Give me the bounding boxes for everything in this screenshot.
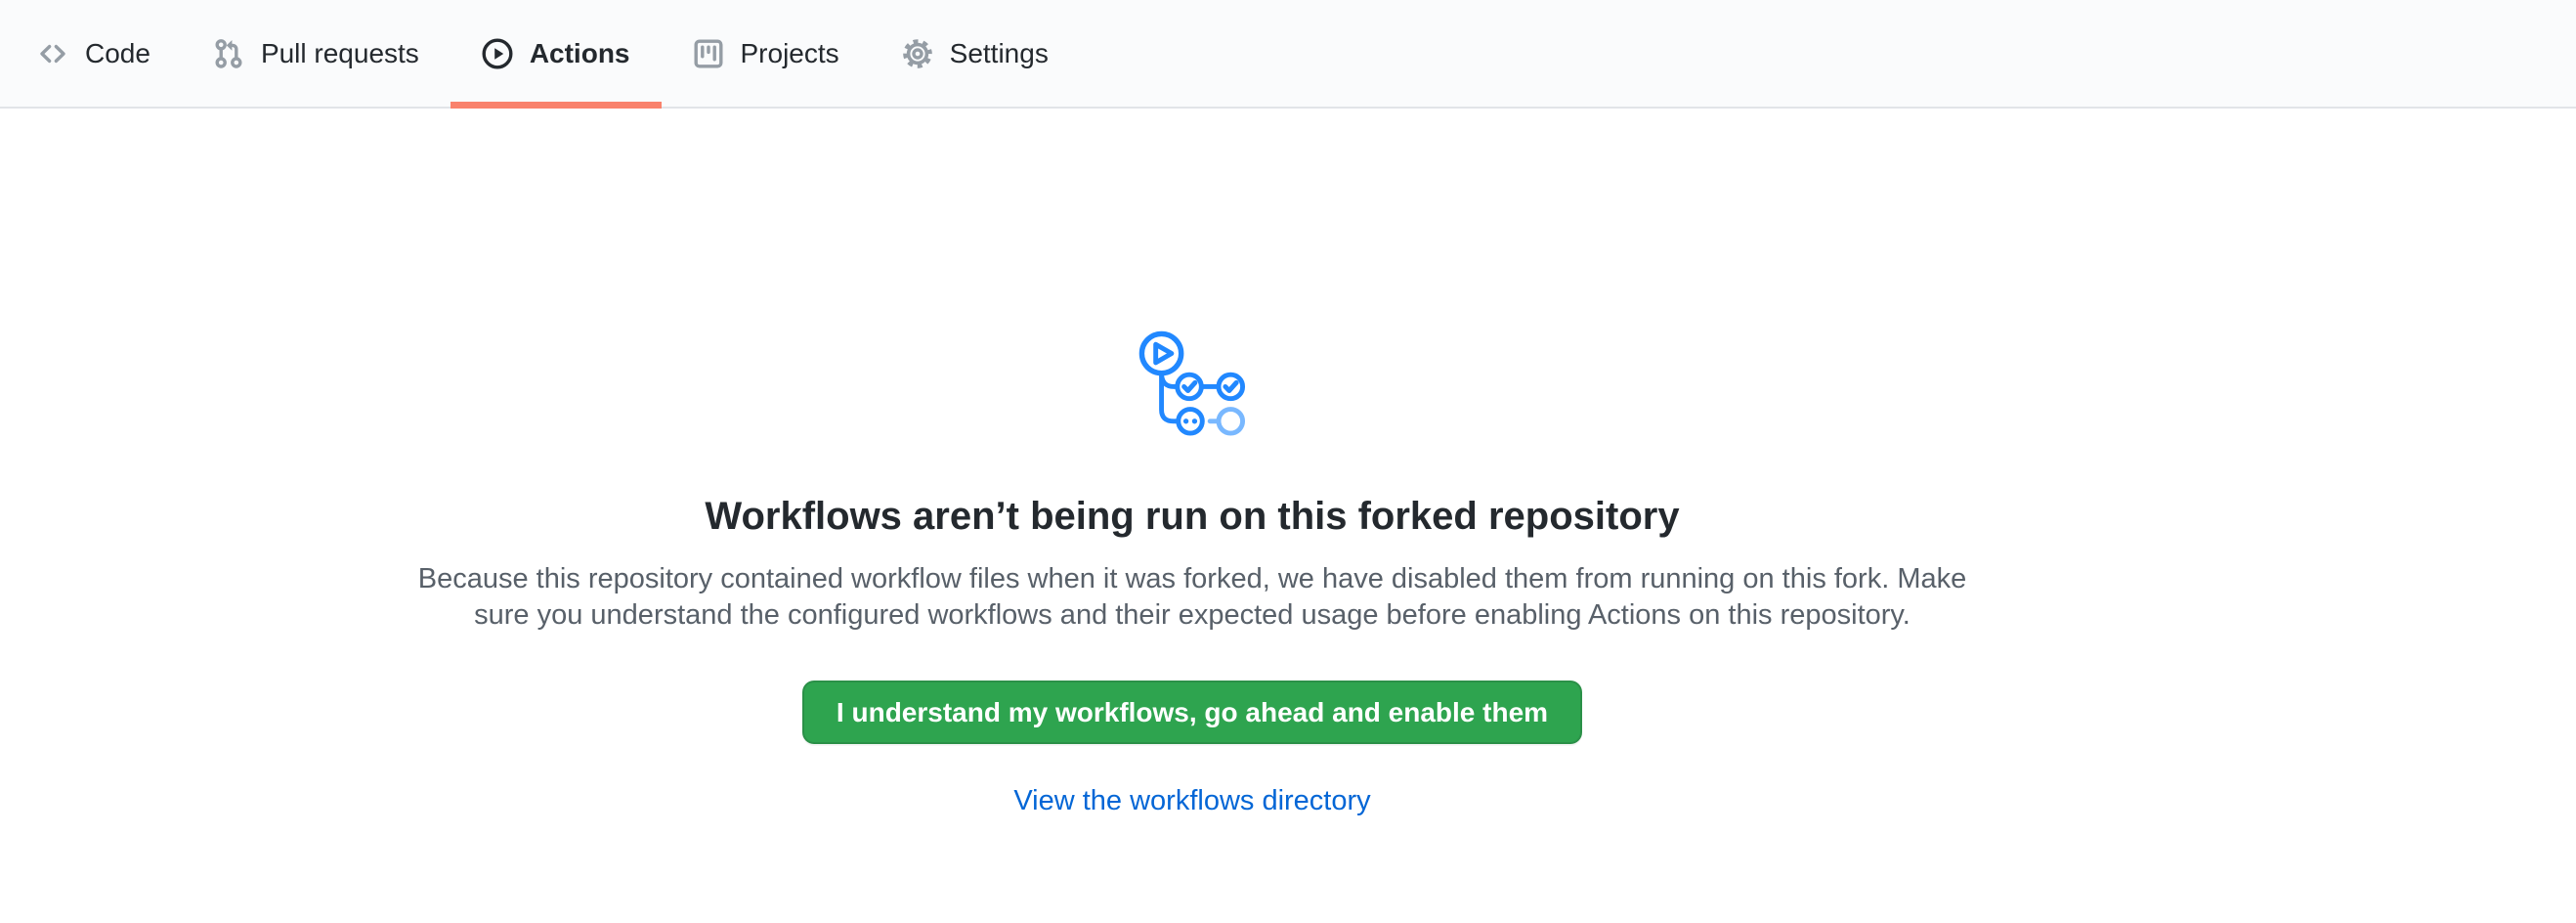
git-pull-request-icon [213,38,244,69]
view-workflows-directory-link[interactable]: View the workflows directory [0,785,2384,817]
workflow-graph-icon [1138,329,1247,438]
tab-code[interactable]: Code [6,0,182,107]
tab-label: Projects [741,40,839,67]
gear-icon [902,38,933,69]
repo-tab-nav: Code Pull requests [6,0,1080,107]
tab-label: Pull requests [261,40,419,67]
project-icon [693,38,724,69]
repo-tab-bar: Code Pull requests [0,0,2576,109]
tab-label: Actions [530,40,630,67]
tab-settings[interactable]: Settings [871,0,1080,107]
tab-label: Code [85,40,150,67]
tab-projects[interactable]: Projects [662,0,871,107]
actions-disabled-blankslate: Workflows aren’t being run on this forke… [0,109,2384,817]
enable-workflows-button[interactable]: I understand my workflows, go ahead and … [802,681,1582,744]
tab-label: Settings [950,40,1049,67]
blankslate-description: Because this repository contained workfl… [410,561,1974,634]
tab-actions[interactable]: Actions [451,0,662,107]
code-icon [37,38,68,69]
play-circle-icon [482,38,513,69]
tab-pull-requests[interactable]: Pull requests [182,0,451,107]
blankslate-title: Workflows aren’t being run on this forke… [0,492,2384,541]
